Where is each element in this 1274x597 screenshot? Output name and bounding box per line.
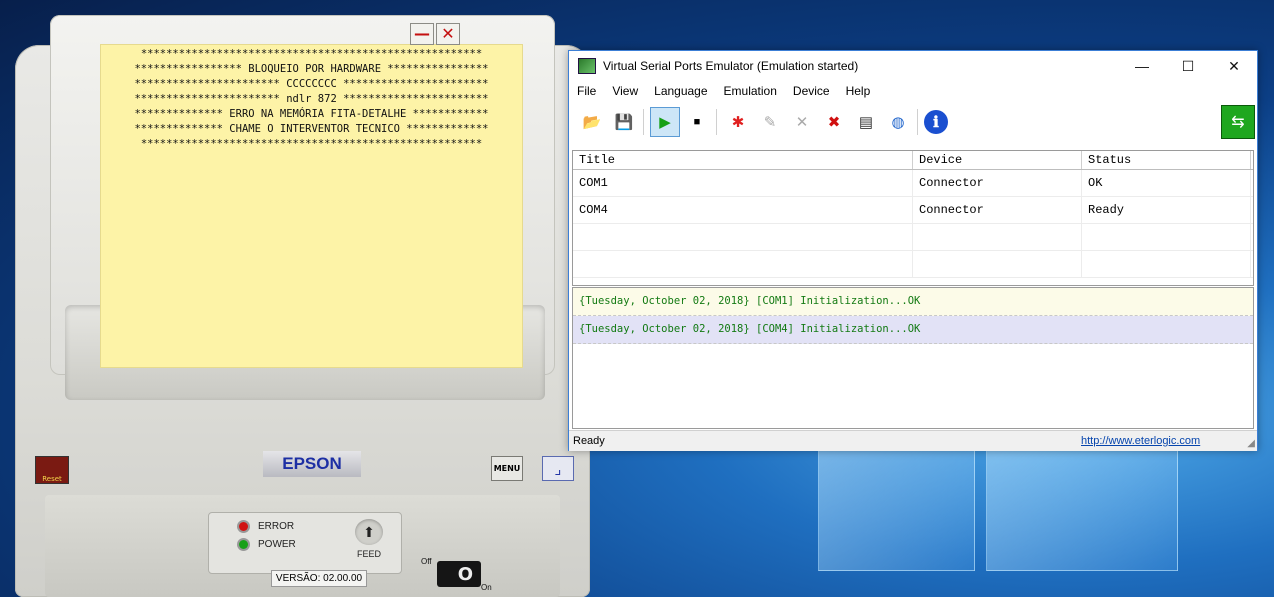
brand-logo: EPSON — [263, 451, 361, 477]
switch-off-label: Off — [421, 557, 432, 566]
cell-device: Connector — [913, 170, 1082, 196]
play-icon[interactable]: ▶ — [650, 107, 680, 137]
receipt-paper: ****************************************… — [101, 45, 522, 367]
toolbar: 📂 💾 ▶ ■ ✱ ✎ ✕ ✖ ▤ ◍ ℹ ⇆ — [569, 103, 1257, 141]
feed-button[interactable]: ⬆ FEED — [349, 519, 389, 567]
app-icon — [578, 58, 596, 74]
reset-button[interactable]: Reset — [35, 456, 69, 484]
menu-file[interactable]: File — [569, 81, 604, 101]
power-label: POWER — [258, 539, 296, 550]
cell-title — [573, 224, 913, 250]
cell-status — [1082, 224, 1251, 250]
table-row[interactable]: COM4 Connector Ready — [573, 197, 1253, 224]
control-panel: ERROR POWER ⬆ FEED — [208, 512, 402, 574]
cell-status: Ready — [1082, 197, 1251, 223]
reset-label: Reset — [42, 475, 62, 483]
cell-title — [573, 251, 913, 277]
cell-device: Connector — [913, 197, 1082, 223]
stop-icon[interactable]: ■ — [682, 107, 712, 137]
cell-title: COM1 — [573, 170, 913, 196]
add-device-icon[interactable]: ✱ — [723, 107, 753, 137]
header-title[interactable]: Title — [573, 151, 913, 169]
power-rocker[interactable]: O — [437, 561, 481, 587]
menu-language[interactable]: Language — [646, 81, 715, 101]
version-label: VERSÃO: 02.00.00 — [271, 570, 367, 587]
vspe-window: Virtual Serial Ports Emulator (Emulation… — [568, 50, 1258, 451]
printer-window-controls: — ✕ — [410, 23, 460, 45]
table-row[interactable] — [573, 224, 1253, 251]
feed-label: FEED — [356, 549, 381, 559]
paper-line: *********************** ndlr 872 *******… — [134, 93, 489, 105]
toolbar-separator — [643, 109, 644, 135]
menu-emulation[interactable]: Emulation — [716, 81, 785, 101]
cell-status — [1082, 251, 1251, 277]
properties-icon[interactable]: ▤ — [851, 107, 881, 137]
window-title: Virtual Serial Ports Emulator (Emulation… — [603, 59, 859, 73]
web-icon[interactable]: ◍ — [883, 107, 913, 137]
header-device[interactable]: Device — [913, 151, 1082, 169]
header-status[interactable]: Status — [1082, 151, 1251, 169]
power-switch[interactable]: Off O On — [421, 555, 492, 597]
log-entry[interactable]: {Tuesday, October 02, 2018} [COM4] Initi… — [573, 316, 1253, 344]
remove-device-icon[interactable]: ✕ — [787, 107, 817, 137]
desktop-logo-pane — [818, 449, 975, 571]
printer-emulator: ****************************************… — [15, 15, 590, 597]
close-button[interactable]: ✕ — [436, 23, 460, 45]
menu-view[interactable]: View — [604, 81, 646, 101]
paper-line: ************** ERRO NA MEMÓRIA FITA-DETA… — [134, 108, 489, 120]
ports-table: Title Device Status COM1 Connector OK CO… — [572, 150, 1254, 286]
paper-line: ****************************************… — [140, 138, 483, 150]
corner-button[interactable]: ⌟ — [542, 456, 574, 481]
delete-device-icon[interactable]: ✖ — [819, 107, 849, 137]
error-indicator: ERROR — [239, 521, 294, 532]
status-bar: Ready http://www.eterlogic.com ◢ — [569, 430, 1257, 451]
power-led-icon — [239, 540, 248, 549]
cell-title: COM4 — [573, 197, 913, 223]
cell-status: OK — [1082, 170, 1251, 196]
resize-grip-icon[interactable]: ◢ — [1247, 438, 1255, 449]
cell-device — [913, 251, 1082, 277]
status-text: Ready — [573, 435, 605, 447]
window-controls: — ☐ ✕ — [1119, 51, 1257, 81]
log-panel[interactable]: {Tuesday, October 02, 2018} [COM1] Initi… — [572, 287, 1254, 429]
maximize-button[interactable]: ☐ — [1165, 51, 1211, 81]
paper-line: ***************** BLOQUEIO POR HARDWARE … — [134, 63, 489, 75]
minimize-button[interactable]: — — [410, 23, 434, 45]
feed-icon: ⬆ — [355, 519, 383, 545]
error-label: ERROR — [258, 521, 295, 532]
logo-icon: ⇆ — [1221, 105, 1255, 139]
cell-device — [913, 224, 1082, 250]
title-bar[interactable]: Virtual Serial Ports Emulator (Emulation… — [569, 51, 1257, 81]
paper-line: *********************** CCCCCCCC *******… — [134, 78, 489, 90]
edit-device-icon[interactable]: ✎ — [755, 107, 785, 137]
info-icon[interactable]: ℹ — [924, 110, 948, 134]
save-icon[interactable]: 💾 — [609, 107, 639, 137]
table-row[interactable]: COM1 Connector OK — [573, 170, 1253, 197]
open-icon[interactable]: 📂 — [577, 107, 607, 137]
menu-bar: File View Language Emulation Device Help — [569, 81, 1257, 101]
error-led-icon — [239, 522, 248, 531]
table-header: Title Device Status — [573, 151, 1253, 170]
toolbar-separator — [716, 109, 717, 135]
website-link[interactable]: http://www.eterlogic.com — [1081, 435, 1200, 447]
switch-on-label: On — [481, 583, 492, 592]
paper-line: ****************************************… — [140, 48, 483, 60]
log-entry[interactable]: {Tuesday, October 02, 2018} [COM1] Initi… — [573, 288, 1253, 316]
table-row[interactable] — [573, 251, 1253, 278]
power-indicator: POWER — [239, 539, 296, 550]
close-button[interactable]: ✕ — [1211, 51, 1257, 81]
desktop-logo-pane — [986, 449, 1178, 571]
menu-help[interactable]: Help — [838, 81, 879, 101]
minimize-button[interactable]: — — [1119, 51, 1165, 81]
toolbar-separator — [917, 109, 918, 135]
menu-device[interactable]: Device — [785, 81, 838, 101]
paper-line: ************** CHAME O INTERVENTOR TECNI… — [134, 123, 489, 135]
menu-button[interactable]: MENU — [491, 456, 523, 481]
